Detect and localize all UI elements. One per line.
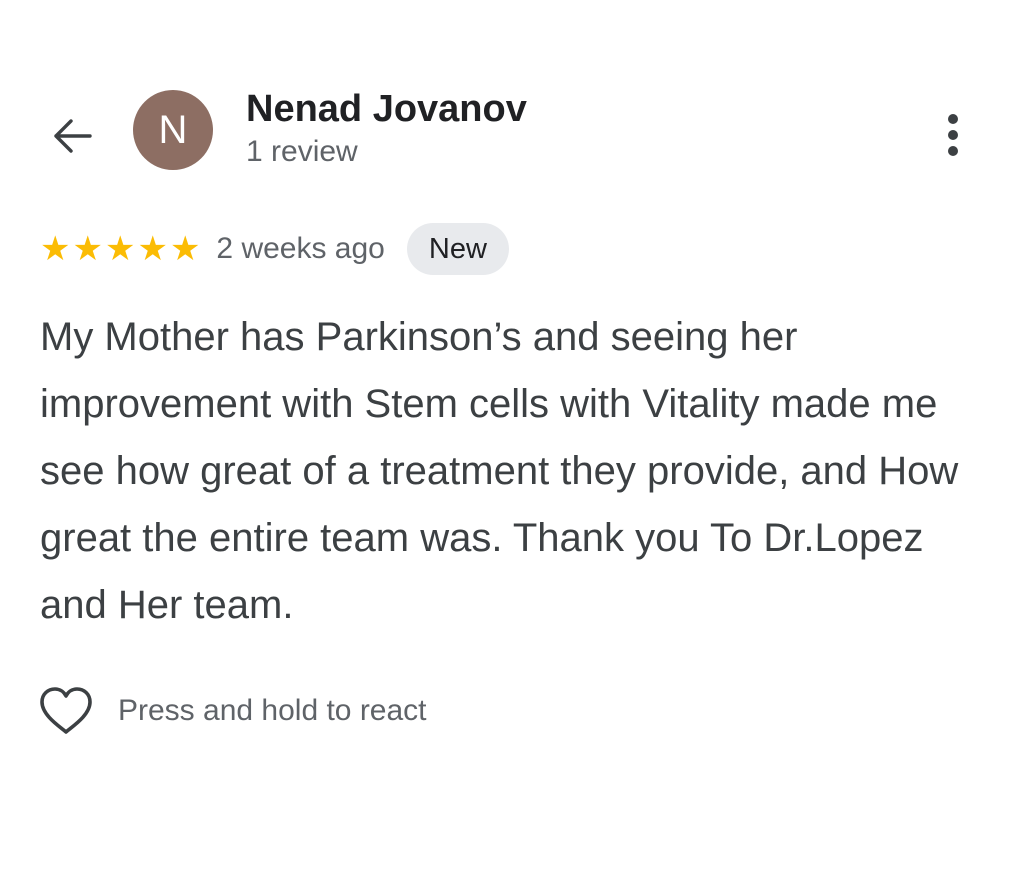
star-icon: ★ — [40, 230, 71, 268]
reviewer-name[interactable]: Nenad Jovanov — [246, 88, 527, 131]
star-icon: ★ — [72, 230, 103, 268]
star-icon: ★ — [169, 230, 201, 268]
review-meta: ★ ★ ★ ★ ★ 2 weeks ago New — [40, 222, 509, 276]
arrow-left-icon — [54, 119, 92, 153]
avatar[interactable]: N — [133, 90, 213, 170]
review-count: 1 review — [246, 135, 358, 168]
review-header: N Nenad Jovanov 1 review — [0, 0, 1024, 210]
review-text: My Mother has Parkinson’s and seeing her… — [40, 315, 959, 627]
back-button[interactable] — [46, 112, 98, 160]
star-icon: ★ — [137, 230, 168, 268]
more-vertical-icon — [948, 114, 958, 124]
star-rating: ★ ★ ★ ★ ★ — [40, 232, 200, 266]
react-label: Press and hold to react — [118, 694, 427, 727]
heart-outline-icon — [40, 687, 92, 734]
star-icon: ★ — [104, 230, 136, 268]
more-vertical-icon-dot — [948, 130, 958, 140]
more-vertical-icon-dot — [948, 146, 958, 156]
review-time: 2 weeks ago — [216, 232, 385, 265]
avatar-initial: N — [158, 108, 188, 152]
more-options-button[interactable] — [928, 108, 978, 162]
react-button[interactable]: Press and hold to react — [38, 684, 427, 738]
new-badge: New — [406, 222, 509, 276]
